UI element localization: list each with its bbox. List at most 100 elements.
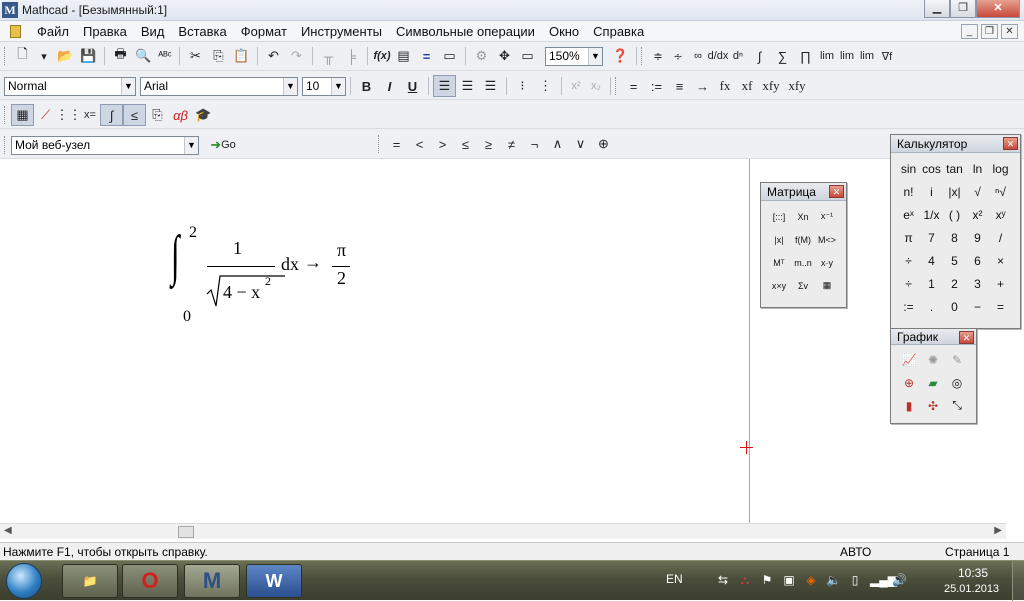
align-left-icon[interactable]: ☰ (433, 75, 456, 97)
bool-not-button[interactable]: ¬ (523, 133, 546, 155)
calc-multiply-button[interactable]: × (989, 249, 1012, 272)
doc-minimize-button[interactable]: _ (961, 24, 978, 39)
tray-signal-icon[interactable]: ▂▄▆ (870, 573, 897, 587)
calculator-palette-icon[interactable]: ▦ (11, 104, 34, 126)
cut-icon[interactable]: ✂ (184, 45, 207, 67)
calc-sin-button[interactable]: sin (897, 157, 920, 180)
programming-palette-icon[interactable]: ⎘ (146, 104, 169, 126)
close-icon[interactable]: ✕ (829, 185, 844, 198)
bool-ne-button[interactable]: ≠ (500, 133, 523, 155)
resource-center-icon[interactable]: ✥ (493, 45, 516, 67)
bool-equal-button[interactable]: = (385, 133, 408, 155)
print-icon[interactable]: 🖶 (109, 45, 132, 67)
close-icon[interactable]: ✕ (959, 331, 974, 344)
vector-field-icon[interactable]: ⤡ (945, 394, 969, 417)
numbering-icon[interactable]: ⋮ (534, 75, 557, 97)
integral-icon[interactable]: ∫ (748, 45, 771, 67)
undo-icon[interactable]: ↶ (262, 45, 285, 67)
superscript-icon[interactable]: x² (566, 75, 586, 97)
menu-file[interactable]: Файл (30, 24, 76, 39)
calc-imaginary-button[interactable]: i (920, 180, 943, 203)
product-icon[interactable]: ∏ (794, 45, 817, 67)
matrix-palette[interactable]: Матрица ✕ [:::] Xn x⁻¹ |x| f(M) M<> Mᵀ m… (760, 182, 847, 308)
calc-equals-button[interactable]: = (989, 295, 1012, 318)
limit-left-icon[interactable]: lim (857, 45, 877, 67)
insert-region-icon[interactable]: ▭ (438, 45, 461, 67)
help-icon[interactable]: ❓ (609, 45, 632, 67)
menu-edit[interactable]: Правка (76, 24, 134, 39)
tray-monitor-icon[interactable]: ▣ (782, 573, 796, 587)
calc-divide-slash-button[interactable]: / (989, 226, 1012, 249)
paste-icon[interactable]: 📋 (230, 45, 253, 67)
calc-0-button[interactable]: 0 (943, 295, 966, 318)
calc-divide-button[interactable]: ÷ (897, 272, 920, 295)
calc-parens-button[interactable]: ( ) (943, 203, 966, 226)
calc-4-button[interactable]: 4 (920, 249, 943, 272)
calc-8-button[interactable]: 8 (943, 226, 966, 249)
vector-sum-button[interactable]: Σv (791, 274, 815, 297)
polar-plot-icon[interactable]: ✺ (921, 348, 945, 371)
calc-abs-button[interactable]: |x| (943, 180, 966, 203)
symbolic-arrow-button[interactable]: → (691, 75, 714, 97)
matrix-column-button[interactable]: M<> (815, 228, 839, 251)
bool-or-button[interactable]: ∨ (569, 133, 592, 155)
horizontal-scrollbar[interactable]: ◀ ▶ (0, 523, 1006, 539)
calc-2-button[interactable]: 2 (943, 272, 966, 295)
equals-op-button[interactable]: = (622, 75, 645, 97)
font-select[interactable]: Arial ▼ (140, 76, 298, 96)
xfy-button[interactable]: xfy (758, 75, 784, 97)
greek-palette-icon[interactable]: αβ (169, 104, 192, 126)
calc-factorial-button[interactable]: n! (897, 180, 920, 203)
scroll-thumb[interactable] (178, 526, 194, 538)
menu-format[interactable]: Формат (234, 24, 294, 39)
italic-button[interactable]: I (378, 75, 401, 97)
menu-view[interactable]: Вид (134, 24, 172, 39)
gradient-icon[interactable]: ∇f (877, 45, 897, 67)
calc-ln-button[interactable]: ln (966, 157, 989, 180)
calc-power-button[interactable]: xʸ (989, 203, 1012, 226)
mathcad-app-icon[interactable]: M (2, 2, 18, 18)
taskbar-explorer[interactable]: 📁 (62, 564, 118, 598)
zoom-select[interactable]: 150% ▼ (545, 46, 603, 66)
minimize-button[interactable]: ▁ (924, 0, 950, 18)
save-icon[interactable]: 💾 (77, 45, 100, 67)
calculator-palette-title[interactable]: Калькулятор ✕ (891, 135, 1020, 153)
calc-decimal-button[interactable]: . (920, 295, 943, 318)
simplify-icon[interactable]: ∻ (668, 45, 688, 67)
start-button[interactable] (6, 563, 42, 599)
calculator-palette[interactable]: Калькулятор ✕ sin cos tan ln log n! i |x… (890, 134, 1021, 329)
redo-icon[interactable]: ↷ (285, 45, 308, 67)
close-icon[interactable]: ✕ (1003, 137, 1018, 150)
font-size-select[interactable]: 10 ▼ (302, 76, 346, 96)
calc-square-button[interactable]: x² (966, 203, 989, 226)
assign-op-button[interactable]: := (645, 75, 668, 97)
clock-time[interactable]: 10:35 (958, 566, 988, 580)
polar-graph-icon[interactable]: ⊕ (897, 371, 921, 394)
range-variable-button[interactable]: m..n (791, 251, 815, 274)
insert-function-icon[interactable]: f(x) (372, 45, 392, 67)
tray-flag-icon[interactable]: ⚑ (760, 573, 774, 587)
matrix-inverse-button[interactable]: x⁻¹ (815, 205, 839, 228)
xy-plot-icon[interactable]: 📈 (897, 348, 921, 371)
calc-minus-button[interactable]: − (966, 295, 989, 318)
calc-reciprocal-button[interactable]: 1/x (920, 203, 943, 226)
close-button[interactable]: ✕ (976, 0, 1020, 18)
scroll-right-icon[interactable]: ▶ (994, 525, 1002, 536)
xfy-tree-button[interactable]: xfy (784, 75, 810, 97)
matrix-subscript-button[interactable]: Xn (791, 205, 815, 228)
tray-network-icon[interactable]: ⇆ (716, 573, 730, 587)
go-button[interactable]: ➜ Go (205, 134, 241, 156)
calc-fraction-button[interactable]: ÷ (897, 249, 920, 272)
nth-derivative-icon[interactable]: dⁿ (728, 45, 748, 67)
derivative-icon[interactable]: d/dx (708, 45, 729, 67)
menu-tools[interactable]: Инструменты (294, 24, 389, 39)
document-icon[interactable] (10, 25, 21, 38)
calc-nth-root-button[interactable]: ⁿ√ (989, 180, 1012, 203)
graph-palette-title[interactable]: График ✕ (891, 329, 976, 345)
matrix-insert-button[interactable]: [:::] (767, 205, 791, 228)
calc-9-button[interactable]: 9 (966, 226, 989, 249)
calc-exp-button[interactable]: eˣ (897, 203, 920, 226)
open-folder-icon[interactable]: 📂 (54, 45, 77, 67)
tray-battery-icon[interactable]: ▯ (848, 573, 862, 587)
surface-plot-icon[interactable]: ▰ (921, 371, 945, 394)
